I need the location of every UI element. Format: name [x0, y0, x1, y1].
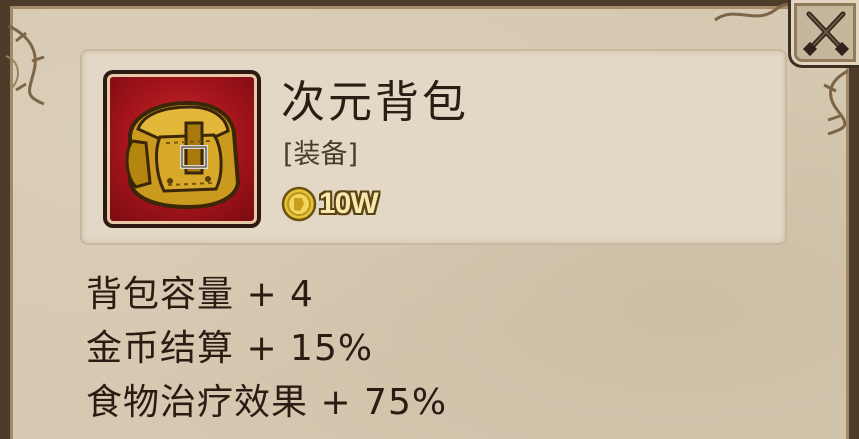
price-value: 10W [319, 187, 379, 220]
top-vine-ornament [710, 0, 800, 30]
item-stats-list: 背包容量 + 4 金币结算 + 15% 食物治疗效果 + 75% [86, 268, 447, 430]
stat-line-food-healing: 食物治疗效果 + 75% [86, 382, 448, 423]
right-vine-ornament [788, 66, 858, 136]
item-icon-frame [103, 70, 261, 228]
gold-coin-icon [281, 186, 317, 222]
item-header-box: 次元背包 [装备] 10W [80, 49, 787, 245]
left-vine-ornament [4, 16, 74, 106]
stat-line-capacity: 背包容量 + 4 [86, 274, 314, 315]
backpack-icon [107, 74, 257, 224]
item-detail-panel: 次元背包 [装备] 10W 背包容量 + 4 金币结算 + 15% 食物治疗效果… [0, 0, 859, 439]
item-type-label: [装备] [283, 139, 359, 170]
close-button[interactable] [788, 0, 859, 68]
price-row: 10W [281, 185, 379, 223]
item-name: 次元背包 [281, 77, 469, 128]
stat-line-gold-settlement: 金币结算 + 15% [86, 328, 374, 369]
crossed-swords-close-icon [802, 11, 850, 57]
